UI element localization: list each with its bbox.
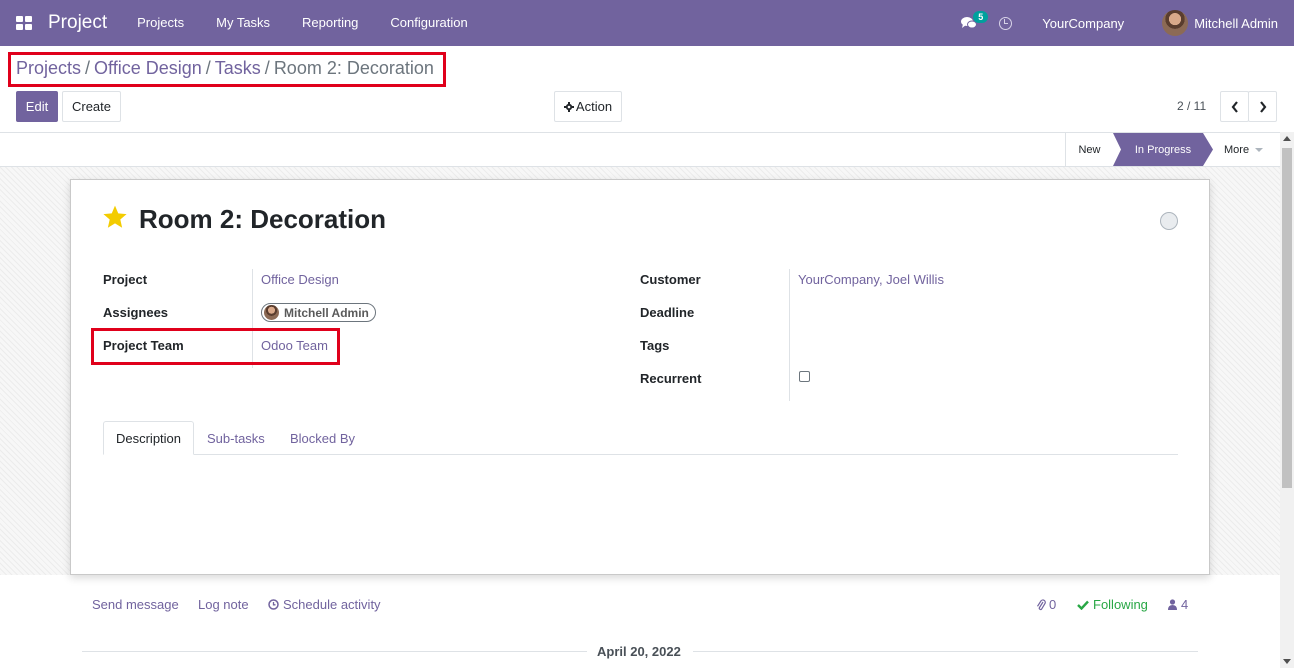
action-label: Action xyxy=(575,99,613,114)
recurrent-checkbox[interactable] xyxy=(799,371,810,382)
attachments-count: 0 xyxy=(1049,597,1057,612)
log-note-button[interactable]: Log note xyxy=(198,597,249,612)
date-line-right xyxy=(693,651,1198,652)
schedule-activity-label: Schedule activity xyxy=(283,597,381,612)
tab-description[interactable]: Description xyxy=(103,421,194,455)
task-title[interactable]: Room 2: Decoration xyxy=(139,204,386,235)
attachments-button[interactable]: 0 xyxy=(1036,597,1056,612)
tab-sub-tasks[interactable]: Sub-tasks xyxy=(207,421,265,455)
message-date-separator: April 20, 2022 xyxy=(82,643,1198,661)
schedule-activity-button[interactable]: Schedule activity xyxy=(268,597,381,612)
stage-more-label: More xyxy=(1224,143,1250,156)
followers-count: 4 xyxy=(1181,597,1189,612)
customer-label: Customer xyxy=(640,272,701,287)
messaging-menu[interactable]: 5 xyxy=(961,0,989,46)
project-team-highlight-box xyxy=(91,328,340,365)
scroll-up-arrow-icon[interactable] xyxy=(1283,136,1291,141)
edit-button[interactable]: Edit xyxy=(16,91,58,122)
scroll-down-arrow-icon[interactable] xyxy=(1283,659,1291,664)
deadline-label: Deadline xyxy=(640,305,695,320)
assignee-tag[interactable]: Mitchell Admin xyxy=(261,303,376,322)
project-field[interactable]: Office Design xyxy=(261,272,339,287)
right-group-divider xyxy=(789,269,790,401)
followers-button[interactable]: 4 xyxy=(1168,597,1188,612)
create-button[interactable]: Create xyxy=(62,91,121,122)
company-switcher[interactable]: YourCompany xyxy=(1042,16,1124,31)
top-navbar: Project Projects My Tasks Reporting Conf… xyxy=(0,0,1294,46)
chevron-left-icon xyxy=(1231,100,1238,113)
menu-projects[interactable]: Projects xyxy=(121,0,200,46)
message-date: April 20, 2022 xyxy=(597,644,681,659)
clock-icon xyxy=(268,599,279,610)
customer-field[interactable]: YourCompany, Joel Willis xyxy=(798,272,944,287)
following-label: Following xyxy=(1093,597,1148,612)
gear-icon xyxy=(563,101,574,112)
recurrent-label: Recurrent xyxy=(640,371,702,386)
menu-reporting[interactable]: Reporting xyxy=(286,0,374,46)
tab-blocked-by[interactable]: Blocked By xyxy=(290,421,355,455)
user-avatar[interactable] xyxy=(1162,10,1189,36)
activity-clock-icon[interactable] xyxy=(999,16,1013,30)
action-button[interactable]: Action xyxy=(554,91,622,122)
check-icon xyxy=(1077,600,1089,610)
paperclip-icon xyxy=(1036,598,1046,610)
priority-star-icon[interactable] xyxy=(102,204,128,230)
menu-configuration[interactable]: Configuration xyxy=(374,0,483,46)
assignee-avatar xyxy=(264,305,279,320)
send-message-button[interactable]: Send message xyxy=(92,597,179,612)
following-button[interactable]: Following xyxy=(1077,597,1148,612)
caret-down-icon xyxy=(1255,147,1264,152)
chevron-right-icon xyxy=(1259,100,1266,113)
kanban-state-indicator[interactable] xyxy=(1160,212,1178,230)
page-scrollbar[interactable] xyxy=(1280,132,1294,668)
apps-menu-icon[interactable] xyxy=(16,16,32,30)
stage-in-progress[interactable]: In Progress xyxy=(1113,133,1213,166)
pager-value[interactable]: 2 / 11 xyxy=(1177,99,1206,113)
date-line-left xyxy=(82,651,587,652)
chatter-topbar: Send message Log note Schedule activity … xyxy=(82,588,1198,624)
tags-label: Tags xyxy=(640,338,670,353)
menu-my-tasks[interactable]: My Tasks xyxy=(200,0,286,46)
project-label: Project xyxy=(103,272,148,287)
user-icon xyxy=(1168,599,1177,610)
stage-new[interactable]: New xyxy=(1065,133,1113,166)
notebook-tabs: Description Sub-tasks Blocked By xyxy=(103,421,1178,455)
stage-statusbar: New In Progress More xyxy=(0,132,1280,167)
task-form-sheet: Room 2: Decoration Project Office Design… xyxy=(70,179,1210,575)
app-name[interactable]: Project xyxy=(48,12,107,34)
pager-previous-button[interactable] xyxy=(1220,91,1249,122)
scroll-thumb[interactable] xyxy=(1282,148,1292,488)
pager-next-button[interactable] xyxy=(1248,91,1277,122)
message-count-badge: 5 xyxy=(973,11,989,23)
user-menu[interactable]: Mitchell Admin xyxy=(1194,16,1278,31)
assignee-name: Mitchell Admin xyxy=(284,305,369,320)
stage-more-dropdown[interactable]: More xyxy=(1224,133,1280,166)
assignees-label: Assignees xyxy=(103,305,169,320)
breadcrumb-highlight-box xyxy=(8,52,446,87)
